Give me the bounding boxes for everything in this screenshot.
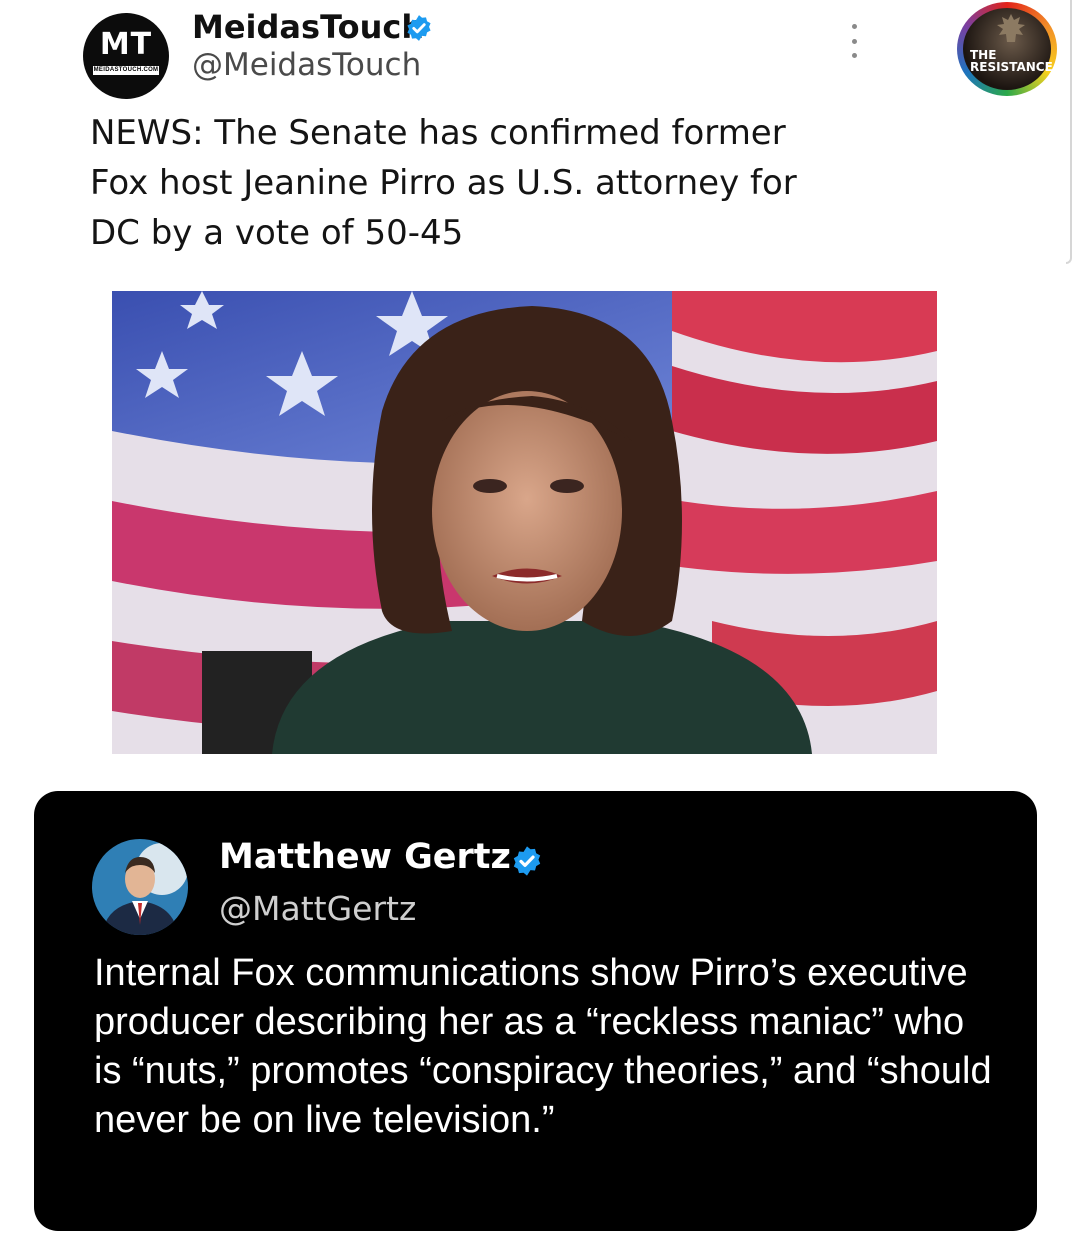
resistance-badge: THE RESISTANCE <box>957 2 1057 96</box>
quoted-tweet-text: Internal Fox communications show Pirro’s… <box>94 952 992 1141</box>
author-name[interactable]: MeidasTouch <box>192 8 424 46</box>
quoted-tweet-card[interactable]: Matthew Gertz @MattGertz Internal Fox co… <box>34 791 1037 1231</box>
avatar[interactable] <box>92 839 188 935</box>
verified-badge-icon <box>513 846 541 876</box>
person-avatar-image <box>92 839 188 935</box>
flag-portrait-image <box>112 291 937 754</box>
quoted-author-name[interactable]: Matthew Gertz <box>219 837 511 877</box>
avatar[interactable]: MT MEIDASTOUCH.COM <box>83 13 169 99</box>
avatar-subtext: MEIDASTOUCH.COM <box>93 66 159 75</box>
more-vertical-icon[interactable] <box>847 24 861 58</box>
quoted-author-handle[interactable]: @MattGertz <box>219 889 416 928</box>
author-handle[interactable]: @MeidasTouch <box>192 47 421 83</box>
statue-of-liberty-icon <box>997 14 1025 42</box>
scrollbar-edge <box>1066 0 1072 264</box>
tweet-photo[interactable] <box>112 291 937 754</box>
tweet-text: NEWS: The Senate has confirmed former Fo… <box>90 113 797 253</box>
avatar-initials: MT <box>99 27 153 62</box>
verified-badge-icon <box>407 15 431 41</box>
badge-text: THE RESISTANCE <box>970 48 1053 74</box>
